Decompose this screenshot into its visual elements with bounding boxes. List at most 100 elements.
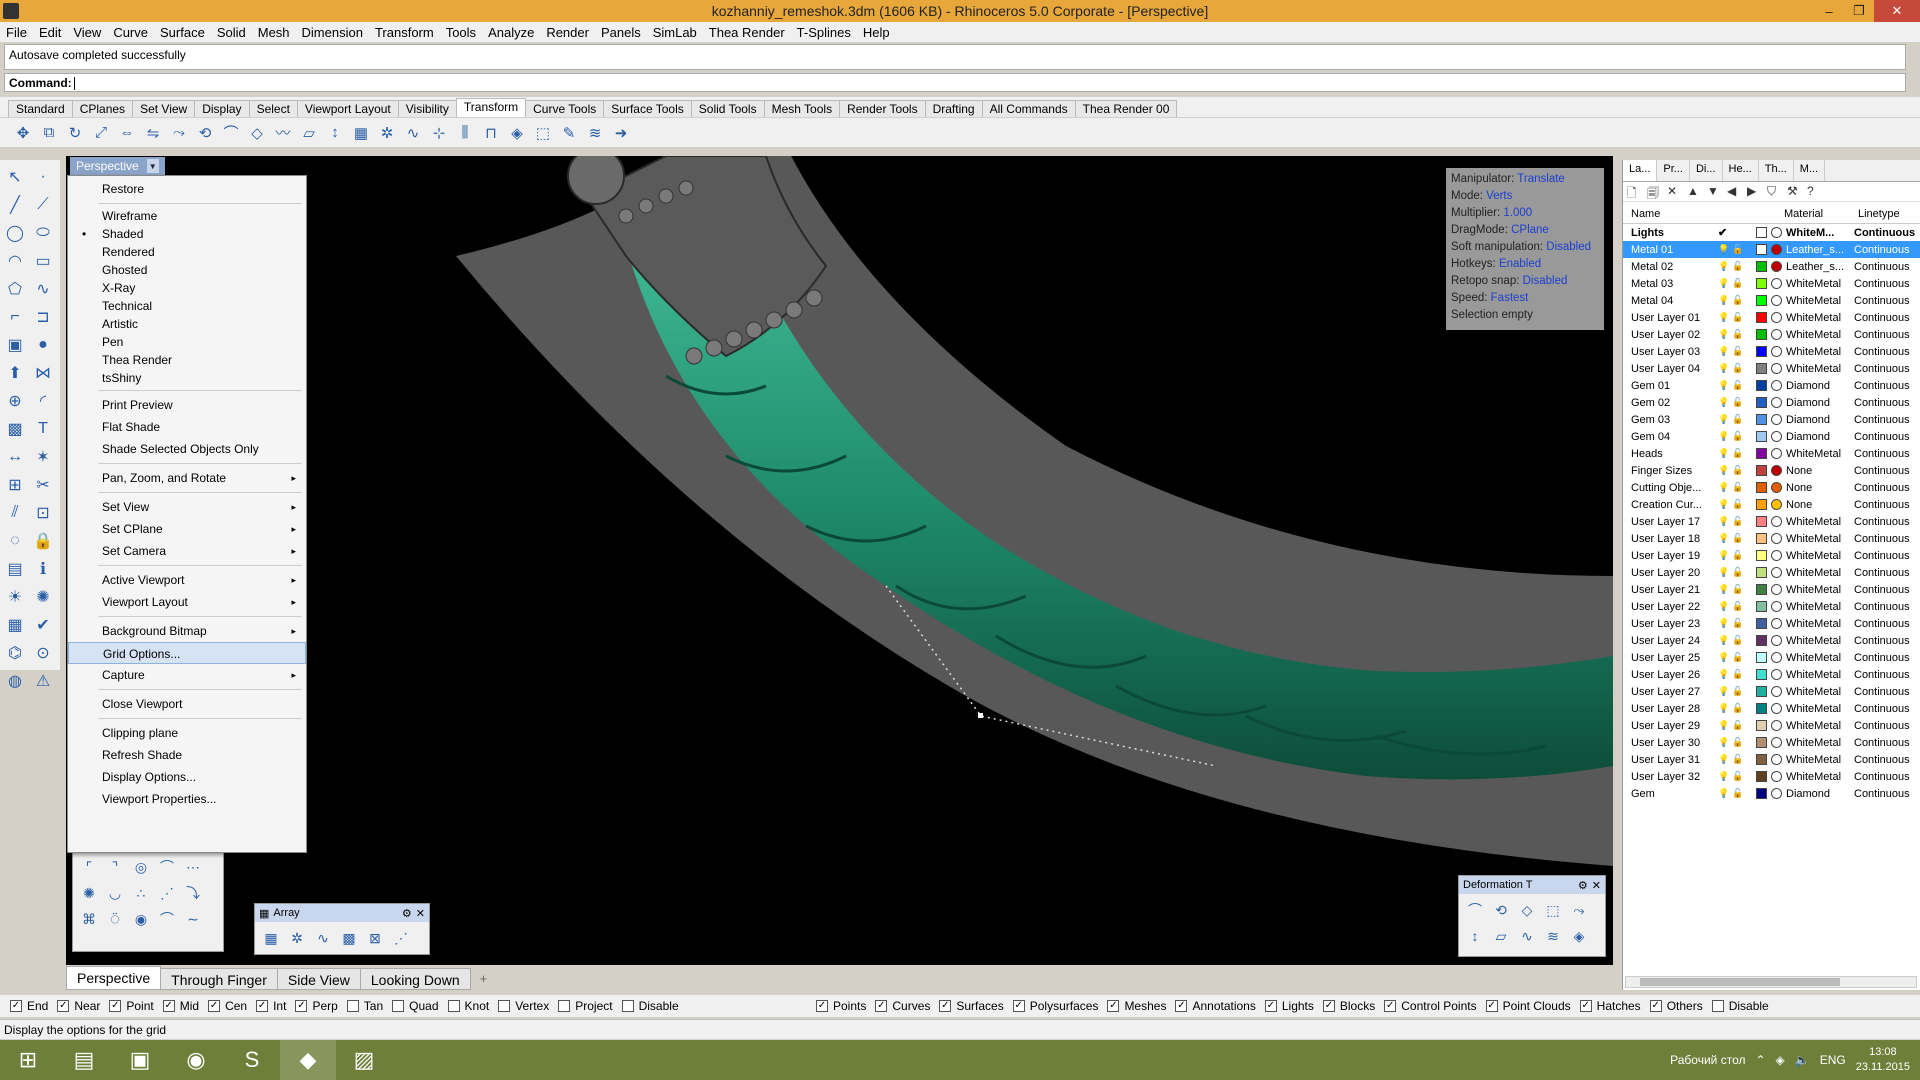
control-point[interactable] — [978, 713, 983, 718]
warning-icon[interactable]: ⚠ — [30, 668, 56, 694]
osnaps-perp[interactable]: ✓ Perp — [295, 999, 338, 1013]
clock[interactable]: 13:08 23.11.2015 — [1856, 1045, 1910, 1075]
array-panel-titlebar[interactable]: ▦ Array ⚙ ✕ — [255, 904, 429, 922]
layer-row[interactable]: Finger Sizes 💡 🔓 None Continuous — [1623, 462, 1920, 479]
rhino-icon[interactable]: ◆ — [280, 1040, 336, 1080]
selection_filters-polysurfaces[interactable]: ✓ Polysurfaces — [1012, 999, 1098, 1013]
scale-icon[interactable]: ⤢ — [90, 122, 112, 144]
filter-icon[interactable]: ⛉ — [1767, 184, 1783, 200]
menu-transform[interactable]: Transform — [369, 25, 440, 40]
toolbar-tab-transform[interactable]: Transform — [455, 98, 527, 117]
layer-material[interactable]: WhiteMetal — [1767, 686, 1849, 698]
menu-item-active-viewport[interactable]: Active Viewport ▸ — [68, 569, 306, 591]
lock-icon[interactable]: 🔓 — [1732, 601, 1743, 612]
layer-material[interactable]: WhiteMetal — [1767, 567, 1849, 579]
layer-linetype[interactable]: Continuous — [1849, 482, 1910, 494]
menu-item-clipping-plane[interactable]: Clipping plane — [68, 722, 306, 744]
layer-color-swatch[interactable] — [1756, 720, 1767, 731]
array-surface-icon[interactable]: ⊠ — [363, 926, 387, 950]
tools-icon[interactable]: ⚒ — [1787, 184, 1803, 200]
toolbar-tab-mesh-tools[interactable]: Mesh Tools — [763, 100, 841, 117]
layer-material[interactable]: WhiteMetal — [1767, 754, 1849, 766]
layer-color-swatch[interactable] — [1756, 295, 1767, 306]
toolbar-tab-set-view[interactable]: Set View — [132, 100, 196, 117]
menu-item-refresh-shade[interactable]: Refresh Shade — [68, 744, 306, 766]
lock-icon[interactable]: 🔓 — [1732, 567, 1743, 578]
menu-item-close-viewport[interactable]: Close Viewport — [68, 693, 306, 715]
menu-help[interactable]: Help — [857, 25, 896, 40]
curve-sketch-icon[interactable]: ⌒ — [155, 855, 179, 879]
lock-icon[interactable]: 🔓 — [1732, 312, 1743, 323]
mirror-icon[interactable]: ⇋ — [142, 122, 164, 144]
layer-linetype[interactable]: Continuous — [1849, 448, 1910, 460]
checkbox[interactable] — [392, 1000, 405, 1012]
checkbox[interactable]: ✓ — [1384, 1000, 1397, 1012]
curve-offset-icon[interactable]: ⍥ — [103, 907, 127, 931]
osnaps-vertex[interactable]: Vertex — [498, 999, 549, 1013]
layer-linetype[interactable]: Continuous — [1849, 635, 1910, 647]
layer-linetype[interactable]: Continuous — [1849, 397, 1910, 409]
layer-row[interactable]: User Layer 20 💡 🔓 WhiteMetal Continuous — [1623, 564, 1920, 581]
flow-surface-icon[interactable]: ∿ — [1515, 924, 1539, 948]
layer-row[interactable]: User Layer 01 💡 🔓 WhiteMetal Continuous — [1623, 309, 1920, 326]
deformation-panel-titlebar[interactable]: Deformation T ⚙ ✕ — [1459, 876, 1605, 894]
layer-color-swatch[interactable] — [1756, 788, 1767, 799]
checkbox[interactable]: ✓ — [295, 1000, 308, 1012]
circle-icon[interactable]: ◯ — [2, 220, 28, 246]
layer-color-swatch[interactable] — [1756, 363, 1767, 374]
lock-icon[interactable]: 🔓 — [1732, 482, 1743, 493]
lock-icon[interactable]: 🔓 — [1732, 465, 1743, 476]
lock-icon[interactable]: 🔓 — [1732, 618, 1743, 629]
checkbox[interactable]: ✓ — [1485, 1000, 1498, 1012]
checkbox[interactable] — [558, 1000, 571, 1012]
curve-handle-icon[interactable]: ◎ — [129, 855, 153, 879]
layer-row[interactable]: User Layer 27 💡 🔓 WhiteMetal Continuous — [1623, 683, 1920, 700]
visibility-bulb-icon[interactable]: 💡 — [1718, 601, 1729, 612]
layer-row[interactable]: User Layer 26 💡 🔓 WhiteMetal Continuous — [1623, 666, 1920, 683]
scrollbar-thumb[interactable] — [1640, 978, 1840, 986]
layer-linetype[interactable]: Continuous — [1849, 346, 1910, 358]
selection_filters-blocks[interactable]: ✓ Blocks — [1322, 999, 1375, 1013]
visibility-bulb-icon[interactable]: 💡 — [1718, 516, 1729, 527]
layer-material[interactable]: WhiteMetal — [1767, 652, 1849, 664]
layer-color-swatch[interactable] — [1756, 737, 1767, 748]
lock-icon[interactable]: 🔓 — [1732, 363, 1743, 374]
lock-icon[interactable]: 🔓 — [1732, 533, 1743, 544]
lock-icon[interactable]: 🔓 — [1732, 499, 1743, 510]
box-icon[interactable]: ▣ — [2, 332, 28, 358]
lock-icon[interactable]: 🔓 — [1732, 584, 1743, 595]
checkbox[interactable]: ✓ — [162, 1000, 175, 1012]
visibility-bulb-icon[interactable]: 💡 — [1718, 788, 1729, 799]
toolbar-tab-visibility[interactable]: Visibility — [397, 100, 457, 117]
visibility-bulb-icon[interactable]: 💡 — [1718, 669, 1729, 680]
layer-row[interactable]: Gem 💡 🔓 Diamond Continuous — [1623, 785, 1920, 802]
array-rect-icon[interactable]: ▦ — [259, 926, 283, 950]
freeform-icon[interactable]: ∿ — [30, 276, 56, 302]
split-icon[interactable]: ⫽ — [2, 500, 28, 526]
menu-item-shade-selected[interactable]: Shade Selected Objects Only — [68, 438, 306, 460]
selection_filters-point-clouds[interactable]: ✓ Point Clouds — [1485, 999, 1571, 1013]
delete-layer-icon[interactable]: ✕ — [1667, 184, 1683, 200]
lock-icon[interactable]: 🔓 — [1732, 448, 1743, 459]
menu-item-restore[interactable]: Restore — [68, 178, 306, 200]
lock-icon[interactable]: 🔓 — [1732, 686, 1743, 697]
layer-linetype[interactable]: Continuous — [1849, 516, 1910, 528]
layer-linetype[interactable]: Continuous — [1849, 652, 1910, 664]
menu-item-x-ray[interactable]: X-Ray — [68, 279, 306, 297]
taper-icon[interactable]: ◇ — [1515, 898, 1539, 922]
sphere-icon[interactable]: ● — [30, 332, 56, 358]
curve-match-icon[interactable]: ◉ — [129, 907, 153, 931]
close-button[interactable]: ✕ — [1874, 0, 1920, 22]
layer-row[interactable]: User Layer 31 💡 🔓 WhiteMetal Continuous — [1623, 751, 1920, 768]
twist-icon[interactable]: ⟲ — [1489, 898, 1513, 922]
mesh-icon[interactable]: ▩ — [2, 416, 28, 442]
layer-row[interactable]: Metal 01 💡 🔓 Leather_s... Continuous — [1623, 241, 1920, 258]
panel-tab-0[interactable]: La... — [1623, 160, 1658, 181]
rectangle-icon[interactable]: ▭ — [30, 248, 56, 274]
menu-view[interactable]: View — [67, 25, 107, 40]
layer-linetype[interactable]: Continuous — [1849, 244, 1910, 256]
selection_filters-others[interactable]: ✓ Others — [1649, 999, 1703, 1013]
visibility-bulb-icon[interactable]: 💡 — [1718, 720, 1729, 731]
boolean-union-icon[interactable]: ⊕ — [2, 388, 28, 414]
osnaps-project[interactable]: Project — [558, 999, 613, 1013]
